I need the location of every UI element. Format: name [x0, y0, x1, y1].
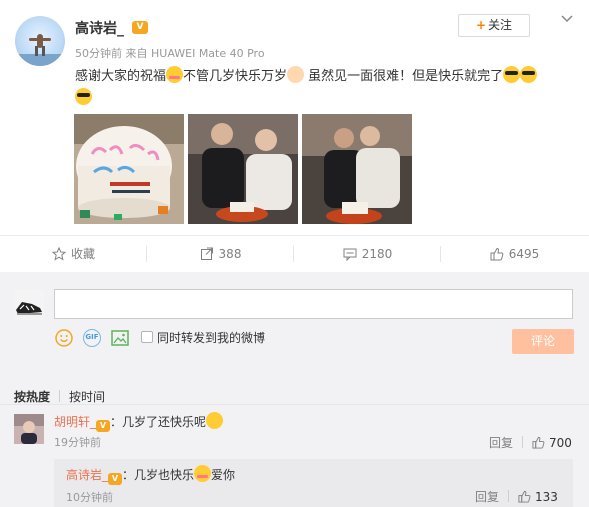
- comment-actions: 回复 700: [489, 434, 572, 451]
- submit-comment-button[interactable]: 评论: [512, 329, 574, 354]
- repost-checkbox-label[interactable]: 同时转发到我的微博: [157, 329, 265, 346]
- action-separator: [508, 490, 510, 502]
- action-separator: [522, 436, 524, 448]
- image-upload-icon[interactable]: [111, 329, 129, 347]
- like-button[interactable]: 6495: [441, 236, 588, 272]
- author-name[interactable]: 高诗岩_: [75, 18, 124, 38]
- post-meta: 50分钟前 来自 HUAWEI Mate 40 Pro: [75, 45, 265, 61]
- post-time[interactable]: 50分钟前: [75, 47, 122, 60]
- reply-reply-button[interactable]: 回复: [475, 490, 499, 504]
- friends-photo-illustration: [302, 114, 412, 224]
- comment-icon: [343, 248, 357, 261]
- favorite-button[interactable]: 收藏: [0, 236, 147, 272]
- favorite-label: 收藏: [70, 247, 95, 261]
- reply-text-before: ：几岁也快乐: [122, 468, 195, 482]
- sneaker-avatar-image: [14, 290, 44, 320]
- vip-badge-icon: V: [108, 473, 123, 485]
- author-avatar[interactable]: [15, 16, 65, 66]
- cake-illustration: [74, 114, 184, 224]
- cool-emoji-icon: [520, 66, 538, 83]
- cover-face-emoji-icon: [287, 66, 305, 83]
- comment-count: 2180: [361, 247, 393, 261]
- post-photo-friends-1[interactable]: [188, 114, 298, 224]
- tab-sort-by-time[interactable]: 按时间: [69, 390, 105, 404]
- cool-emoji-icon: [75, 88, 92, 105]
- my-avatar[interactable]: [14, 290, 44, 320]
- post-text: 感谢大家的祝福 不管几岁快乐万岁 虽然见一面很难！但是快乐就完了: [75, 66, 575, 110]
- reply-body: 高诗岩_ V ：几岁也快乐 爱你: [66, 465, 236, 485]
- post-photo-cake[interactable]: [74, 114, 184, 224]
- tab-sort-by-hot[interactable]: 按热度: [14, 390, 50, 404]
- like-count: 6495: [508, 247, 540, 261]
- comment-input[interactable]: [54, 289, 573, 319]
- gif-icon[interactable]: GIF: [83, 329, 101, 347]
- thumbs-up-icon[interactable]: [532, 436, 545, 449]
- follow-button[interactable]: + 关注: [458, 14, 530, 37]
- commenter-name[interactable]: 胡明轩_: [54, 415, 96, 429]
- post-text-part2: 不管几岁快乐万岁: [183, 69, 288, 84]
- comment-button[interactable]: 2180: [294, 236, 441, 272]
- chevron-down-icon[interactable]: [560, 12, 574, 26]
- blush-emoji-icon: [166, 66, 184, 83]
- repost-checkbox[interactable]: [141, 331, 153, 343]
- repost-count: 388: [218, 247, 242, 261]
- cool-emoji-icon: [503, 66, 521, 83]
- post-text-part1: 感谢大家的祝福: [75, 69, 167, 84]
- plus-icon: +: [475, 18, 487, 32]
- reply-like-count: 133: [535, 490, 558, 504]
- reply-author-name[interactable]: 高诗岩_: [66, 468, 108, 482]
- thumbs-up-icon: [490, 247, 504, 261]
- reply-actions: 回复 133: [475, 488, 558, 505]
- commenter-avatar[interactable]: [14, 414, 44, 444]
- comment-text: ：几岁了还快乐呢: [110, 415, 207, 429]
- reply-button[interactable]: 回复: [489, 436, 513, 450]
- blush-emoji-icon: [194, 465, 212, 482]
- commenter-avatar-image: [14, 414, 44, 444]
- comment-time: 19分钟前: [54, 436, 101, 449]
- vip-badge-icon: V: [132, 21, 148, 34]
- thumbs-up-icon[interactable]: [518, 490, 531, 503]
- post-photo-friends-2[interactable]: [302, 114, 412, 224]
- comment-like-count: 700: [549, 436, 572, 450]
- friends-photo-illustration: [188, 114, 298, 224]
- repost-icon: [200, 247, 213, 260]
- comment-sort-tabs: 按热度 按时间: [14, 388, 105, 405]
- post-from-label: 来自: [125, 47, 148, 60]
- repost-button[interactable]: 388: [147, 236, 294, 272]
- vip-badge-icon: V: [96, 420, 111, 432]
- comment-body: 胡明轩_ V ：几岁了还快乐呢: [54, 412, 224, 432]
- divider: [0, 404, 589, 405]
- post-text-part3: 虽然见一面很难！但是快乐就完了: [304, 69, 504, 84]
- follow-label: 关注: [488, 18, 513, 32]
- thinking-emoji-icon: [206, 412, 224, 429]
- tab-separator: [59, 390, 61, 402]
- emoji-picker-icon[interactable]: [55, 329, 73, 347]
- reply-time: 10分钟前: [66, 491, 113, 504]
- avatar-figure-legs: [35, 46, 45, 56]
- reply-text-after: 爱你: [211, 468, 236, 482]
- post-device[interactable]: HUAWEI Mate 40 Pro: [151, 47, 265, 60]
- star-icon: [51, 247, 66, 261]
